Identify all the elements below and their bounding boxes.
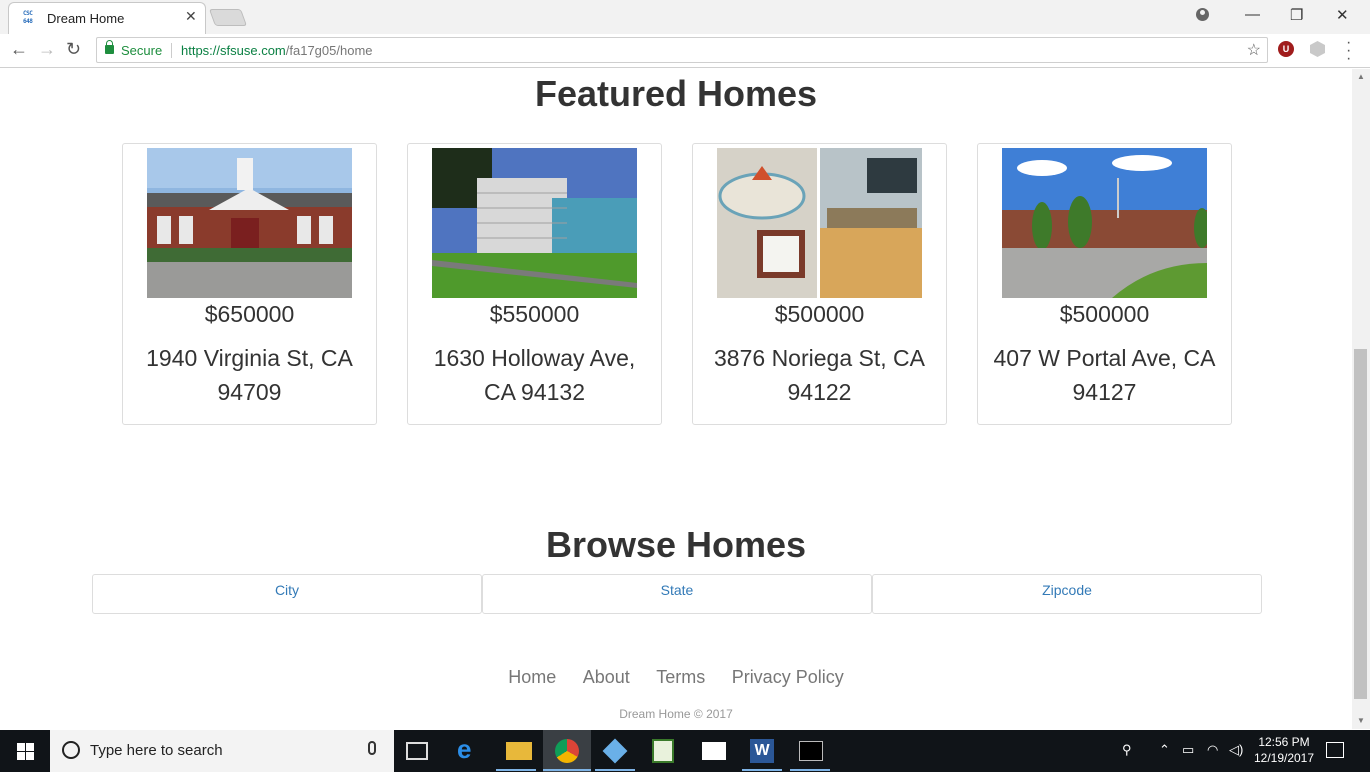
clock-time: 12:56 PM: [1258, 735, 1310, 749]
new-tab-button[interactable]: [208, 9, 248, 26]
address-bar[interactable]: Secure https://sfsuse.com/fa17g05/home ☆: [96, 37, 1268, 63]
browser-tab-strip: CSC 648 Dream Home ✕ — ❐ ✕: [0, 0, 1370, 34]
scrollbar-thumb[interactable]: [1354, 349, 1367, 699]
windows-taskbar: Type here to search e W ⚲ ⌃ ▭ ◠ ◁) 12:56…: [0, 730, 1370, 772]
footer-link-terms[interactable]: Terms: [656, 667, 705, 688]
home-photo[interactable]: [147, 148, 352, 298]
copyright-text: Dream Home © 2017: [619, 707, 733, 721]
home-photo[interactable]: [1002, 148, 1207, 298]
home-price: $550000: [489, 301, 580, 327]
tab-zipcode[interactable]: Zipcode: [872, 574, 1262, 614]
forward-arrow-icon[interactable]: →: [38, 39, 56, 60]
home-price: $500000: [774, 301, 865, 327]
ublock-extension-icon[interactable]: U: [1278, 41, 1294, 57]
tab-title: Dream Home: [47, 11, 125, 26]
home-card[interactable]: $650000 1940 Virginia St, CA 94709: [122, 143, 377, 425]
url-path: /fa17g05/home: [285, 43, 373, 58]
file-explorer-indicator: [496, 769, 536, 771]
home-photo[interactable]: [717, 148, 922, 298]
file-explorer-icon[interactable]: [506, 742, 532, 760]
close-window-icon[interactable]: ✕: [1336, 6, 1349, 24]
footer-link-home[interactable]: Home: [508, 667, 556, 688]
restore-icon[interactable]: ❐: [1290, 6, 1303, 24]
show-hidden-icons[interactable]: ⌃: [1159, 742, 1170, 758]
mail-icon[interactable]: [702, 742, 726, 760]
word-icon[interactable]: W: [750, 739, 774, 763]
windows-start-icon[interactable]: [0, 730, 50, 772]
task-view-icon[interactable]: [406, 742, 428, 760]
scroll-up-icon[interactable]: ▲: [1357, 72, 1365, 81]
page-scrollbar[interactable]: ▲ ▼: [1352, 69, 1370, 729]
browser-toolbar: ← → ↻ Secure https://sfsuse.com/fa17g05/…: [0, 34, 1370, 68]
volume-icon[interactable]: ◁): [1229, 742, 1243, 758]
tab-city[interactable]: City: [92, 574, 482, 614]
chrome-icon[interactable]: [555, 739, 579, 763]
action-center-icon[interactable]: [1326, 742, 1344, 758]
battery-icon[interactable]: ▭: [1182, 742, 1194, 758]
browser-menu-icon[interactable]: · · ·: [1346, 35, 1351, 67]
home-address: 1940 Virginia St, CA 94709: [146, 345, 353, 405]
home-address: 3876 Noriega St, CA 94122: [714, 345, 925, 405]
wifi-icon[interactable]: ◠: [1207, 742, 1218, 758]
site-favicon-icon: CSC 648: [23, 10, 33, 25]
app-cube-icon[interactable]: [602, 738, 628, 764]
search-placeholder: Type here to search: [90, 742, 223, 759]
clock-date: 12/19/2017: [1253, 751, 1315, 765]
close-tab-icon[interactable]: ✕: [185, 8, 197, 25]
footer-nav: Home About Terms Privacy Policy: [0, 667, 1352, 688]
minimize-icon[interactable]: —: [1245, 6, 1260, 23]
chrome-indicator: [543, 769, 591, 771]
page-content: Featured Homes $650000 1940 Virginia St,…: [0, 69, 1352, 729]
bookmark-star-icon[interactable]: ☆: [1247, 40, 1261, 60]
browse-homes-title: Browse Homes: [545, 524, 807, 565]
home-card[interactable]: $500000 407 W Portal Ave, CA 94127: [977, 143, 1232, 425]
word-indicator: [742, 769, 782, 771]
edge-icon[interactable]: e: [457, 734, 483, 764]
home-card[interactable]: $500000 3876 Noriega St, CA 94122: [692, 143, 947, 425]
cortana-icon: [62, 741, 80, 759]
lock-icon: [105, 40, 114, 54]
home-card[interactable]: $550000 1630 Holloway Ave, CA 94132: [407, 143, 662, 425]
terminal-icon[interactable]: [799, 741, 823, 761]
omnibox-separator: [171, 43, 172, 58]
extension-shield-icon[interactable]: [1310, 41, 1325, 57]
secure-label: Secure: [121, 43, 163, 58]
footer-link-privacy[interactable]: Privacy Policy: [732, 667, 844, 688]
people-icon[interactable]: ⚲: [1122, 742, 1132, 758]
footer-link-about[interactable]: About: [583, 667, 630, 688]
tab-state[interactable]: State: [482, 574, 872, 614]
profile-icon[interactable]: [1196, 8, 1209, 21]
reload-icon[interactable]: ↻: [66, 39, 81, 60]
app-cube-indicator: [595, 769, 635, 771]
taskbar-search[interactable]: Type here to search: [50, 730, 394, 772]
scroll-down-icon[interactable]: ▼: [1357, 716, 1365, 725]
browser-tab[interactable]: CSC 648 Dream Home ✕: [8, 2, 206, 34]
home-price: $650000: [204, 301, 295, 327]
home-photo[interactable]: [432, 148, 637, 298]
url-text: https://sfsuse.com/fa17g05/home: [181, 43, 373, 58]
url-host: https://sfsuse.com: [181, 43, 286, 58]
featured-homes-title: Featured Homes: [534, 73, 818, 114]
home-address: 407 W Portal Ave, CA 94127: [993, 345, 1216, 405]
back-arrow-icon[interactable]: ←: [10, 39, 28, 60]
terminal-indicator: [790, 769, 830, 771]
spreadsheet-icon[interactable]: [652, 739, 674, 763]
taskbar-clock[interactable]: 12:56 PM 12/19/2017: [1245, 734, 1323, 766]
home-address: 1630 Holloway Ave, CA 94132: [433, 345, 636, 405]
microphone-icon[interactable]: [368, 741, 376, 755]
home-price: $500000: [1059, 301, 1150, 327]
